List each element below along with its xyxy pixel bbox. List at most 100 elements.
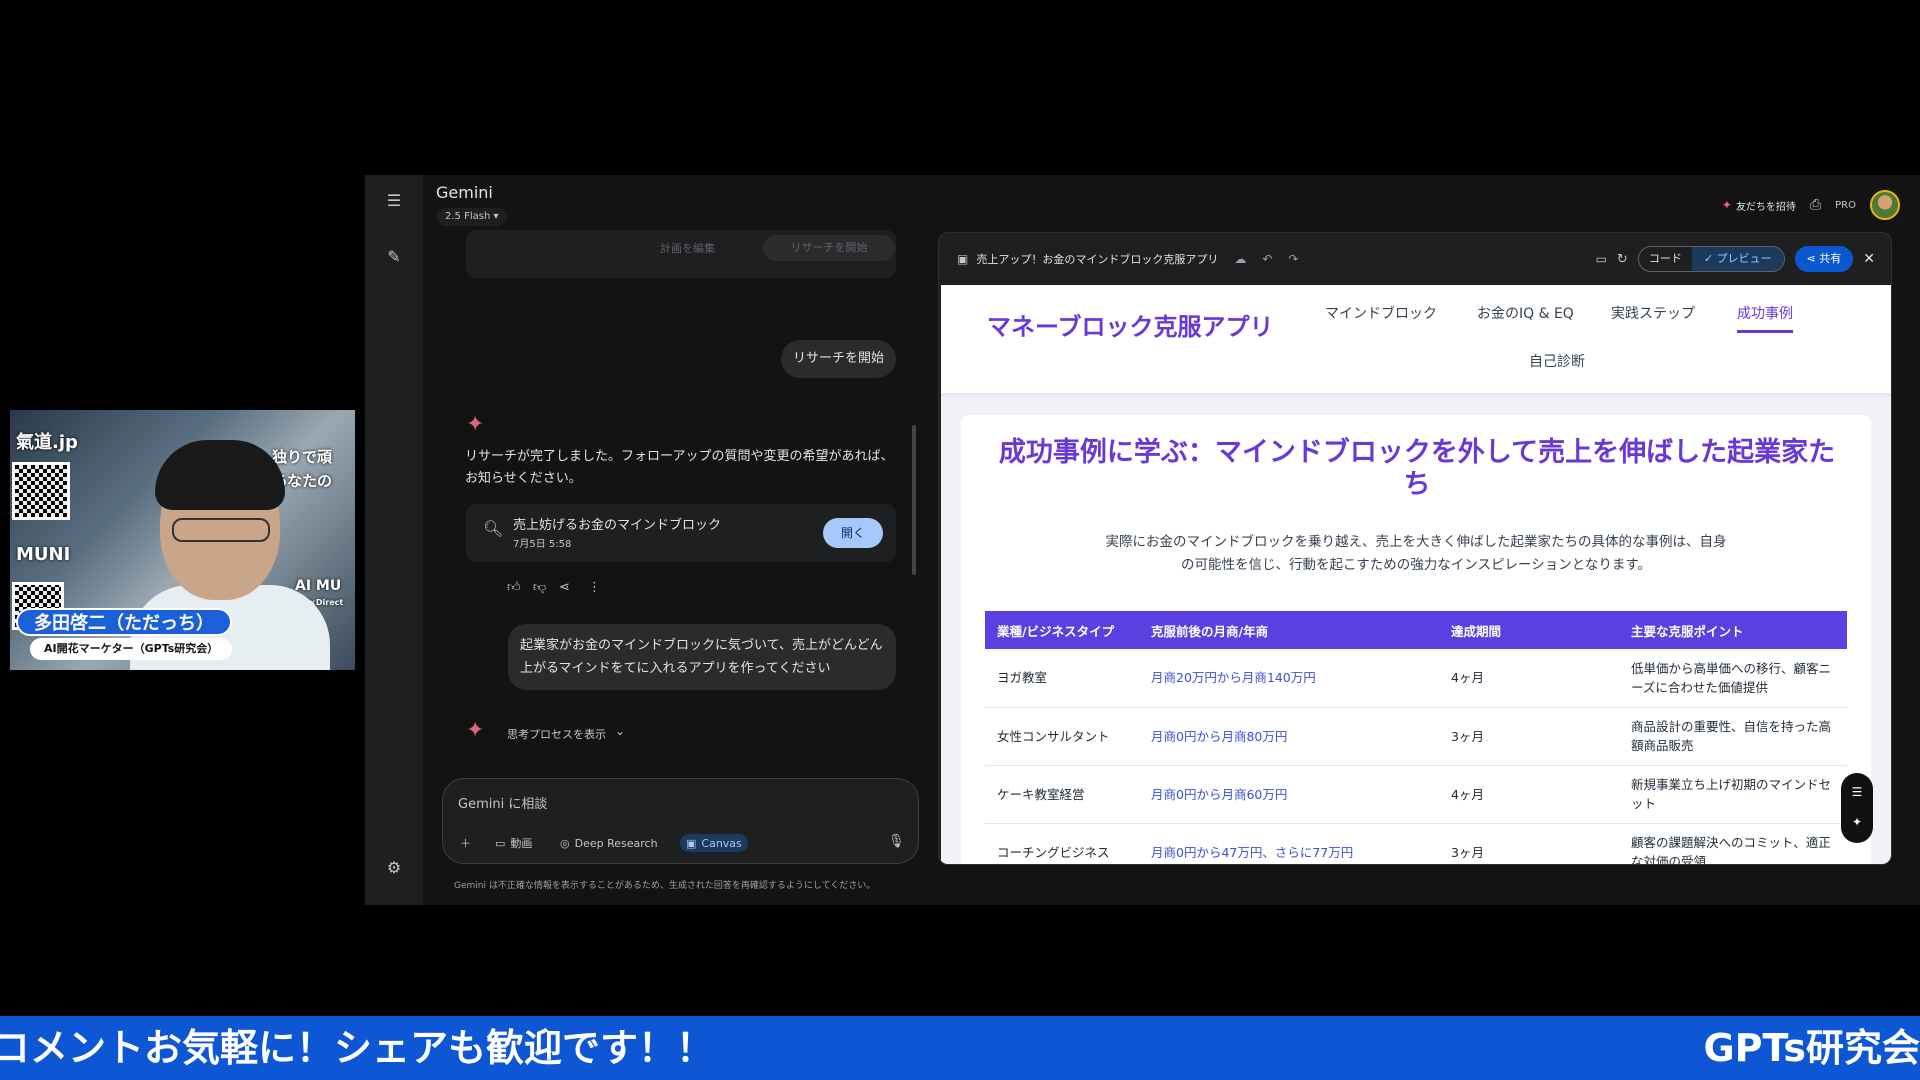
qr-code (12, 462, 70, 520)
cell-key-point: 顧客の課題解決へのコミット、適正な対価の受領 (1619, 823, 1847, 864)
undo-icon[interactable]: ↶ (1262, 252, 1272, 266)
user-message: リサーチを開始 (781, 340, 896, 378)
tool-canvas-label: Canvas (701, 836, 742, 850)
cell-business: コーチングビジネス (985, 823, 1139, 864)
table-header-row: 業種/ビジネスタイプ 克服前後の月商/年商 達成期間 主要な克服ポイント (985, 611, 1847, 649)
content-card: 成功事例に学ぶ：マインドブロックを外して売上を伸ばした起業家たち 実際にお金のマ… (961, 415, 1871, 864)
cell-period: 3ヶ月 (1439, 707, 1619, 766)
cell-key-point: 新規事業立ち上げ初期のマインドセット (1619, 765, 1847, 824)
nav-success-stories[interactable]: 成功事例 (1737, 303, 1793, 333)
view-toggle: コード ✓ プレビュー (1637, 246, 1785, 272)
invite-button[interactable]: ✦ 友だちを招待 (1722, 198, 1796, 213)
deep-research-icon: ◎ (560, 836, 570, 850)
prompt-placeholder[interactable]: Gemini に相談 (458, 793, 547, 812)
model-selector[interactable]: 2.5 Flash ▾ (437, 208, 507, 226)
table-row: コーチングビジネス 月商0円から47万円、さらに77万円 3ヶ月 顧客の課題解決… (985, 823, 1847, 864)
check-icon: ✓ (1703, 252, 1717, 265)
code-tab[interactable]: コード (1639, 247, 1692, 271)
printer-icon[interactable]: ⎙ (1810, 197, 1821, 213)
cell-key-point: 低単価から高単価への移行、顧客ニーズに合わせた価値提供 (1619, 649, 1847, 708)
canvas-actions: ▭ ↻ コード ✓ プレビュー ⋖ 共有 ✕ (1596, 246, 1875, 272)
open-doc-button[interactable]: 開く (823, 518, 883, 548)
tool-video[interactable]: ▭ 動画 (495, 834, 532, 852)
banner-text: MUNI (16, 544, 71, 565)
chat-scrollbar[interactable] (912, 425, 916, 575)
presenter-hair (155, 440, 285, 510)
cell-business: ヨガ教室 (985, 649, 1139, 708)
table-header: 業種/ビジネスタイプ (985, 611, 1139, 649)
app-title: Gemini (436, 183, 493, 202)
chevron-down-icon[interactable]: ⌄ (615, 724, 625, 738)
cell-period: 4ヶ月 (1439, 649, 1619, 708)
preview-tab[interactable]: ✓ プレビュー (1691, 247, 1784, 271)
thumbs-up-icon[interactable]: 👍︎ (507, 580, 521, 595)
microphone-icon[interactable]: 🎙︎ (888, 834, 905, 849)
share-button[interactable]: ⋖ 共有 (1794, 246, 1854, 272)
redo-icon[interactable]: ↷ (1288, 252, 1298, 266)
table-row: ヨガ教室 月商20万円から月商140万円 4ヶ月 低単価から高単価への移行、顧客… (985, 649, 1847, 708)
nav-self-diagnosis[interactable]: 自己診断 (1529, 351, 1585, 371)
canvas-panel: ▣ 売上アップ！お金のマインドブロック克服アプリ ☁ ↶ ↷ ▭ ↻ コード ✓… (938, 232, 1892, 865)
doc-title: 売上妨げるお金のマインドブロック (513, 518, 722, 533)
doc-date: 7月5日 5:58 (513, 539, 572, 550)
nav-practice-steps[interactable]: 実践ステップ (1611, 303, 1695, 323)
app-preview: マネーブロック克服アプリ マインドブロック お金のIQ & EQ 実践ステップ … (941, 285, 1891, 864)
fullscreen-icon[interactable]: ▭ (1596, 252, 1607, 266)
more-options-icon[interactable]: ⋮ (588, 580, 601, 595)
nav-mind-block[interactable]: マインドブロック (1325, 303, 1437, 323)
gemini-sparkle-icon: ✦ (466, 718, 485, 743)
cell-revenue: 月商0円から月商80万円 (1139, 707, 1439, 766)
tool-deep-research[interactable]: ◎ Deep Research (560, 834, 658, 852)
video-icon: ▭ (495, 836, 506, 850)
top-right-actions: ✦ 友だちを招待 ⎙ PRO (1722, 190, 1900, 220)
site-brand[interactable]: マネーブロック克服アプリ (987, 313, 1277, 341)
cell-period: 4ヶ月 (1439, 765, 1619, 824)
banner-text: 氣道.jp (16, 432, 78, 453)
new-chat-icon[interactable]: ✎ (384, 247, 404, 267)
site-header: マネーブロック克服アプリ マインドブロック お金のIQ & EQ 実践ステップ … (941, 285, 1891, 393)
cell-revenue: 月商0円から月商60万円 (1139, 765, 1439, 824)
page-heading: 成功事例に学ぶ：マインドブロックを外して売上を伸ばした起業家たち (998, 437, 1836, 500)
refresh-icon[interactable]: ↻ (1617, 252, 1628, 267)
canvas-toolbar: ▣ 売上アップ！お金のマインドブロック克服アプリ ☁ ↶ ↷ ▭ ↻ コード ✓… (939, 233, 1891, 285)
floating-gemini-button[interactable]: ☰ ✦ (1841, 773, 1873, 843)
presenter-glasses (172, 518, 270, 542)
table-header: 達成期間 (1439, 611, 1619, 649)
close-icon[interactable]: ✕ (1863, 251, 1875, 267)
nav-money-iq[interactable]: お金のIQ & EQ (1477, 303, 1574, 323)
menu-icon[interactable]: ☰ (384, 191, 404, 211)
model-reply: リサーチが完了しました。フォローアップの質問や変更の希望があれば、お知らせくださ… (465, 449, 894, 486)
share-icon: ⋖ (1806, 252, 1820, 265)
success-stories-table: 業種/ビジネスタイプ 克服前後の月商/年商 達成期間 主要な克服ポイント ヨガ教… (985, 611, 1847, 864)
add-icon[interactable]: ＋ (460, 834, 471, 852)
ticker-text: コメントお気軽に！シェアも歓迎です！！ (0, 1026, 715, 1070)
table-row: 女性コンサルタント 月商0円から月商80万円 3ヶ月 商品設計の重要性、自信を持… (985, 707, 1847, 766)
table-header: 克服前後の月商/年商 (1139, 611, 1439, 649)
ticker-brand: GPTs研究会 (1703, 1026, 1920, 1070)
thumbs-down-icon[interactable]: 👎︎ (533, 580, 546, 595)
presenter-role-badge: AI開花マーケター（GPTs研究会） (30, 638, 233, 660)
pro-label: PRO (1835, 199, 1856, 211)
cell-business: 女性コンサルタント (985, 707, 1139, 766)
share-icon[interactable]: ⋖ (559, 580, 570, 595)
model-name: 2.5 Flash (445, 211, 491, 222)
cloud-icon: ☁ (1234, 252, 1247, 266)
tool-canvas[interactable]: ▣ Canvas (680, 834, 748, 852)
edit-plan-button[interactable]: 計画を編集 (660, 240, 715, 256)
show-thinking-toggle[interactable]: 思考プロセスを表示 (507, 726, 606, 742)
share-label: 共有 (1819, 252, 1842, 265)
invite-label: 友だちを招待 (1735, 201, 1796, 213)
left-rail: ☰ ✎ ⚙ (365, 175, 423, 905)
table-header: 主要な克服ポイント (1619, 611, 1847, 649)
gemini-sparkle-icon: ✦ (466, 412, 485, 437)
intro-text: 実際にお金のマインドブロックを乗り越え、売上を大きく伸ばした起業家たちの具体的な… (1105, 534, 1727, 573)
start-research-button[interactable]: リサーチを開始 (763, 235, 895, 261)
settings-icon[interactable]: ⚙ (384, 858, 404, 878)
cell-period: 3ヶ月 (1439, 823, 1619, 864)
presenter-name-badge: 多田啓二（ただっち） (16, 608, 232, 636)
canvas-icon: ▣ (686, 836, 697, 850)
avatar[interactable] (1870, 190, 1900, 220)
preview-label: プレビュー (1716, 252, 1772, 265)
cell-business: ケーキ教室経営 (985, 765, 1139, 824)
table-row: ケーキ教室経営 月商0円から月商60万円 4ヶ月 新規事業立ち上げ初期のマインド… (985, 765, 1847, 824)
